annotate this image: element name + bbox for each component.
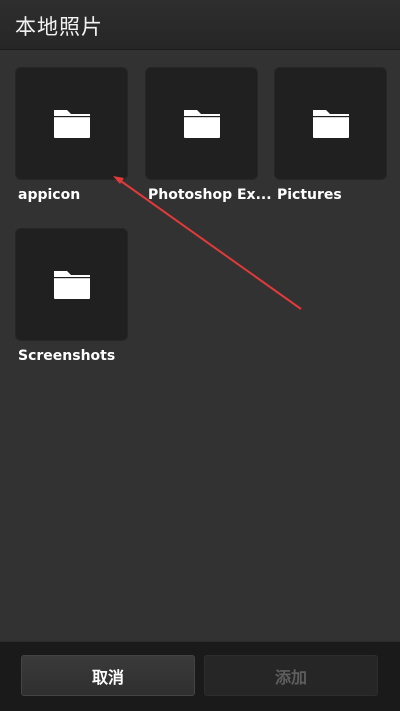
folder-label: Pictures [277, 187, 342, 203]
folder-tile[interactable] [15, 228, 128, 341]
folder-icon [54, 271, 90, 299]
folder-label: Screenshots [18, 348, 116, 364]
folder-label: appicon [18, 187, 81, 203]
folder-tile[interactable] [15, 67, 128, 180]
folder-item-pictures[interactable]: Pictures [274, 67, 389, 203]
folder-icon [54, 110, 90, 138]
header-bar: 本地照片 [0, 0, 400, 50]
folder-item-screenshots[interactable]: Screenshots [15, 228, 130, 364]
folder-tile[interactable] [274, 67, 387, 180]
page-title: 本地照片 [15, 15, 103, 39]
footer-bar: 取消 添加 [0, 641, 400, 711]
folder-tile[interactable] [145, 67, 258, 180]
folder-item-appicon[interactable]: appicon [15, 67, 130, 203]
folder-item-photoshop[interactable]: Photoshop Ex... [145, 67, 272, 203]
folder-label: Photoshop Ex... [148, 187, 272, 203]
cancel-button[interactable]: 取消 [21, 655, 195, 696]
add-button[interactable]: 添加 [204, 655, 378, 696]
folder-icon [313, 110, 349, 138]
folder-icon [184, 110, 220, 138]
app-window: 本地照片 appicon Photoshop Ex... Pictures Sc… [0, 0, 400, 711]
